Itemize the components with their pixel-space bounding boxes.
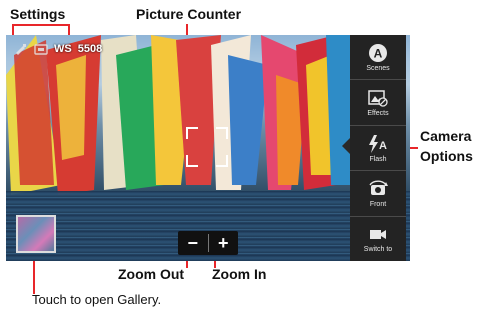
gallery-callout: Touch to open Gallery. [32,292,162,307]
option-effects[interactable]: Effects [350,80,406,126]
flash-icon: A [369,134,387,153]
zoom-out-button[interactable]: − [178,231,208,255]
focus-frame [186,127,228,167]
option-scenes[interactable]: A Scenes [350,35,406,81]
zoom-in-callout: Zoom In [212,266,267,282]
camera-options-panel: A Scenes Effects A Flash Front Switch to [350,35,406,261]
svg-text:A: A [374,46,383,60]
panel-collapse-chevron-icon[interactable] [342,138,350,154]
scenes-icon: A [369,43,387,62]
option-switch-to-label: Switch to [363,246,393,254]
settings-pointer-bar [12,24,70,26]
picture-counter-callout: Picture Counter [136,6,242,22]
settings-callout: Settings [10,6,66,22]
picture-counter: 5508 [77,43,103,55]
option-flash[interactable]: A Flash [350,126,406,172]
effects-icon [368,90,388,107]
camera-options-callout-line1: Camera [420,128,472,144]
gallery-thumbnail[interactable] [16,215,56,253]
svg-text:A: A [379,140,387,152]
front-camera-icon [369,180,388,195]
storage-icon [34,44,48,55]
status-indicators: WS 5508 [14,41,102,57]
settings-icon[interactable] [14,43,28,55]
options-bracket-link [410,147,418,149]
camera-options-callout-line2: Options [420,148,473,164]
zoom-control: − + [178,231,238,255]
video-camera-icon [370,230,386,240]
option-scenes-label: Scenes [366,64,390,72]
option-front[interactable]: Front [350,171,406,217]
picture-counter-prefix: WS [54,43,72,55]
zoom-in-button[interactable]: + [209,231,239,255]
gallery-pointer [33,258,35,294]
option-flash-label: Flash [369,155,387,163]
option-switch-to-video[interactable]: Switch to [350,217,406,261]
option-effects-label: Effects [367,110,389,118]
zoom-out-callout: Zoom Out [118,266,185,282]
option-front-label: Front [369,200,387,208]
